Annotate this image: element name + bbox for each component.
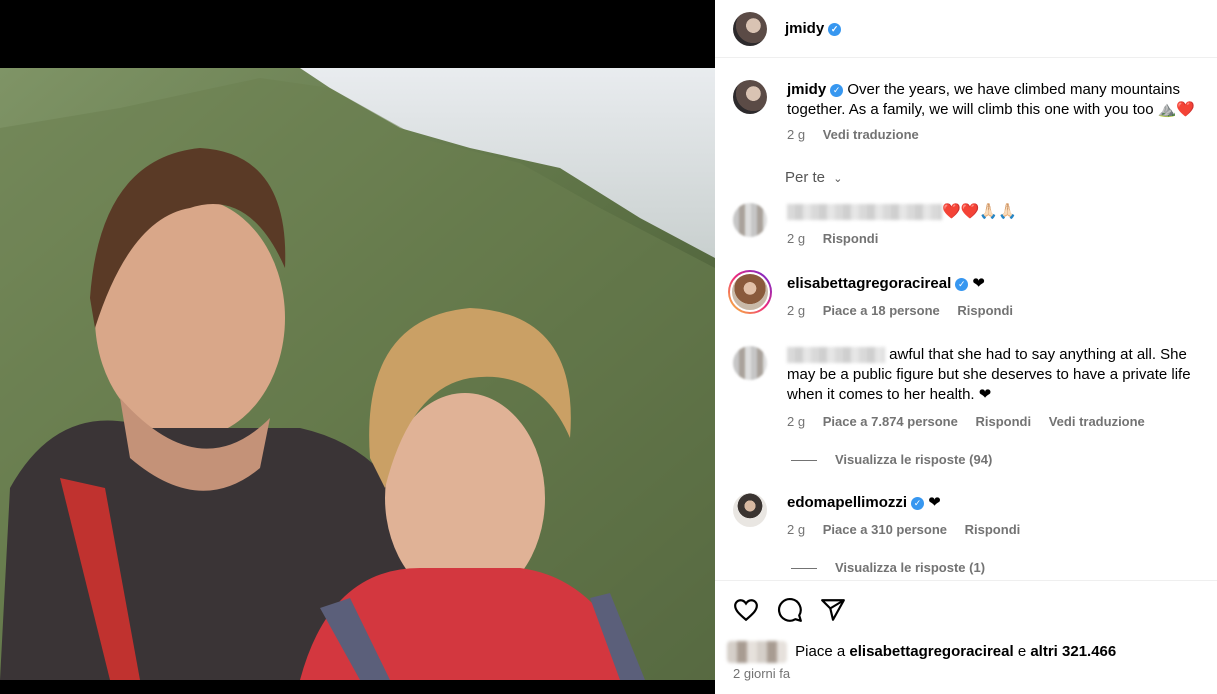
comments-list[interactable]: jmidy ✓ Over the years, we have climbed m… xyxy=(715,58,1217,580)
author-avatar[interactable] xyxy=(733,12,767,46)
likes-summary[interactable]: Piace a elisabettagregoracireal e altri … xyxy=(727,641,1116,663)
comment-avatar[interactable] xyxy=(733,346,767,380)
comment-username[interactable]: edomapellimozzi xyxy=(787,494,907,511)
comment-avatar[interactable] xyxy=(733,493,767,527)
view-replies-button[interactable]: Visualizza le risposte (94) xyxy=(791,452,992,467)
instagram-post-view: jmidy ✓ jmidy ✓ Over the years, we have cl… xyxy=(0,0,1217,694)
comment-icon[interactable] xyxy=(777,597,803,623)
comment-item: awful that she had to say anything at al… xyxy=(787,345,1213,405)
likes-mid: e xyxy=(1017,642,1027,660)
author-username-text[interactable]: jmidy xyxy=(785,20,824,37)
post-date: 2 giorni fa xyxy=(733,666,791,681)
media-pane xyxy=(0,0,715,694)
caption-avatar[interactable] xyxy=(733,80,767,114)
post-details-panel: jmidy ✓ jmidy ✓ Over the years, we have cl… xyxy=(715,0,1217,694)
verified-icon: ✓ xyxy=(828,22,842,36)
verified-icon: ✓ xyxy=(911,496,925,510)
comment-time: 2 g xyxy=(787,303,806,318)
comment-item: ❤️❤️🙏🏻🙏🏻 xyxy=(787,202,1213,222)
post-actions: Piace a elisabettagregoracireal e altri … xyxy=(715,580,1217,694)
reply-button[interactable]: Rispondi xyxy=(823,231,879,246)
reply-button[interactable]: Rispondi xyxy=(965,522,1021,537)
comment-avatar[interactable] xyxy=(733,203,767,237)
blurred-username xyxy=(787,347,885,364)
liker-avatars xyxy=(727,641,787,663)
comment-filter-dropdown[interactable]: Per te ⌄ xyxy=(785,169,842,186)
post-photo[interactable] xyxy=(0,68,715,680)
see-translation-link[interactable]: Vedi traduzione xyxy=(1049,414,1145,429)
post-header: jmidy ✓ xyxy=(715,0,1217,58)
comment-item: edomapellimozzi ✓ ❤ xyxy=(787,493,1213,513)
reply-button[interactable]: Rispondi xyxy=(957,303,1013,318)
verified-icon: ✓ xyxy=(955,277,969,291)
comment-time: 2 g xyxy=(787,231,806,246)
comment-text: ❤ xyxy=(928,494,941,511)
comment-time: 2 g xyxy=(787,522,806,537)
comment-text: ❤️❤️🙏🏻🙏🏻 xyxy=(942,203,1017,220)
heart-icon[interactable] xyxy=(733,597,759,623)
likes-prefix: Piace a xyxy=(795,642,846,660)
comment-meta: 2 g Piace a 7.874 persone Rispondi Vedi … xyxy=(787,414,1159,429)
caption-meta: 2 g Vedi traduzione xyxy=(787,127,933,142)
view-replies-button[interactable]: Visualizza le risposte (1) xyxy=(791,560,985,575)
likes-others[interactable]: altri 321.466 xyxy=(1030,643,1116,660)
share-icon[interactable] xyxy=(820,597,846,623)
blurred-username xyxy=(787,204,942,221)
caption-time: 2 g xyxy=(787,127,806,142)
verified-icon: ✓ xyxy=(830,83,844,97)
comment-time: 2 g xyxy=(787,414,806,429)
comment-meta: 2 g Piace a 18 persone Rispondi xyxy=(787,303,1027,318)
comment-avatar[interactable] xyxy=(728,270,772,314)
reply-button[interactable]: Rispondi xyxy=(975,414,1031,429)
chevron-down-icon: ⌄ xyxy=(833,173,843,185)
comment-meta: 2 g Piace a 310 persone Rispondi xyxy=(787,522,1034,537)
comment-text: ❤ xyxy=(972,275,985,292)
comment-likes[interactable]: Piace a 7.874 persone xyxy=(823,414,958,429)
view-replies-label: Visualizza le risposte (1) xyxy=(835,560,986,575)
likes-user[interactable]: elisabettagregoracireal xyxy=(849,643,1013,660)
comment-item: elisabettagregoracireal ✓ ❤ xyxy=(787,274,1213,294)
comment-meta: 2 g Rispondi xyxy=(787,231,892,246)
replies-divider xyxy=(791,460,817,462)
caption-username[interactable]: jmidy xyxy=(787,81,826,98)
comment-username[interactable]: elisabettagregoracireal xyxy=(787,275,951,292)
view-replies-label: Visualizza le risposte (94) xyxy=(835,452,993,467)
comment-likes[interactable]: Piace a 18 persone xyxy=(823,303,940,318)
author-username[interactable]: jmidy ✓ xyxy=(785,20,842,37)
replies-divider xyxy=(791,568,817,570)
comment-likes[interactable]: Piace a 310 persone xyxy=(823,522,947,537)
comment-filter-label: Per te xyxy=(785,169,826,186)
see-translation-link[interactable]: Vedi traduzione xyxy=(823,127,919,142)
post-caption: jmidy ✓ Over the years, we have climbed m… xyxy=(787,80,1213,120)
caption-text: Over the years, we have climbed many mou… xyxy=(787,81,1196,118)
